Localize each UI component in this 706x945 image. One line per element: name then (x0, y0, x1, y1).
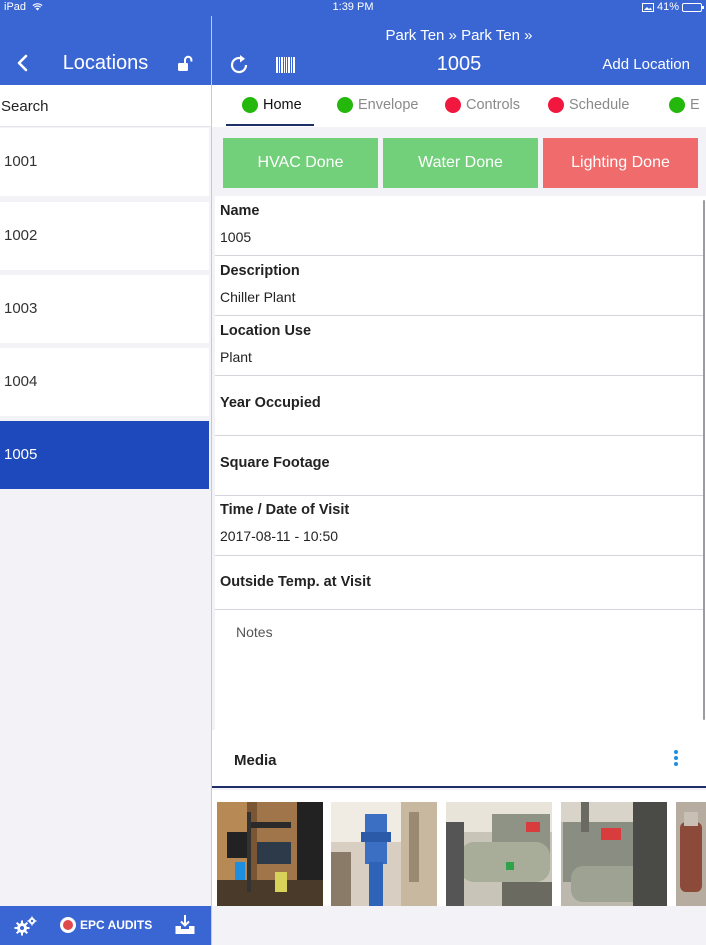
breadcrumb[interactable]: Park Ten » Park Ten » (212, 27, 706, 44)
water-done-button[interactable]: Water Done (383, 138, 538, 188)
lighting-done-button[interactable]: Lighting Done (543, 138, 698, 188)
field-label: Description (220, 263, 300, 279)
field-value: Chiller Plant (220, 289, 296, 305)
description-field[interactable]: Description Chiller Plant (215, 256, 704, 316)
active-tab-indicator (226, 124, 314, 126)
add-location-button[interactable]: Add Location (602, 56, 690, 73)
photo-icon (676, 802, 706, 906)
year-occupied-field[interactable]: Year Occupied (215, 376, 704, 436)
field-label: Location Use (220, 323, 312, 339)
brand-logo: EPC AUDITS (60, 917, 152, 933)
field-value: Plant (220, 349, 252, 365)
tab-label: Envelope (358, 97, 419, 113)
tab-label: Controls (466, 97, 520, 113)
brand-name: EPC AUDITS (80, 918, 153, 932)
unlock-icon[interactable] (176, 55, 194, 73)
location-label: 1003 (4, 300, 38, 317)
status-dot-icon (242, 97, 258, 113)
location-label: 1005 (4, 446, 38, 463)
tab-label: Schedule (569, 97, 630, 113)
square-footage-field[interactable]: Square Footage (215, 436, 704, 496)
location-item-1002[interactable]: 1002 (0, 202, 209, 270)
status-dot-icon (548, 97, 564, 113)
media-thumbnail[interactable] (446, 802, 552, 906)
search-input[interactable] (0, 85, 211, 127)
location-use-field[interactable]: Location Use Plant (215, 316, 704, 376)
tab-controls[interactable]: Controls (445, 97, 520, 113)
field-label: Time / Date of Visit (220, 502, 350, 518)
visit-time-field[interactable]: Time / Date of Visit 2017-08-11 - 10:50 (215, 496, 704, 556)
download-tray-icon[interactable] (174, 914, 196, 936)
location-label: 1004 (4, 373, 38, 390)
location-label: 1002 (4, 227, 38, 244)
tab-label: E (690, 97, 700, 113)
name-field[interactable]: Name 1005 (215, 196, 704, 256)
notes-input[interactable]: Notes (236, 624, 273, 640)
outside-temp-field[interactable]: Outside Temp. at Visit (215, 550, 704, 610)
status-dot-icon (337, 97, 353, 113)
clock: 1:39 PM (332, 1, 374, 13)
location-item-1003[interactable]: 1003 (0, 275, 209, 343)
tab-label: Home (263, 97, 302, 113)
battery-percent: 41% (656, 1, 679, 13)
section-tabs: Home Envelope Controls Schedule E (212, 85, 706, 127)
battery-icon (682, 2, 704, 12)
location-item-1005[interactable]: 1005 (0, 421, 209, 489)
media-thumbnail[interactable] (217, 802, 323, 906)
field-label: Name (220, 203, 260, 219)
field-label: Outside Temp. at Visit (220, 574, 371, 590)
tab-envelope[interactable]: Envelope (337, 97, 418, 113)
epc-logo-icon (60, 917, 76, 933)
media-thumbnail[interactable] (676, 802, 706, 906)
hvac-done-button[interactable]: HVAC Done (223, 138, 378, 188)
field-label: Square Footage (220, 455, 330, 471)
settings-gear-icon[interactable] (14, 915, 38, 937)
bottom-toolbar: EPC AUDITS (0, 906, 211, 945)
tab-home[interactable]: Home (242, 97, 302, 113)
detail-header: Park Ten » Park Ten » 1005 Add Location (212, 16, 706, 85)
media-section-header: Media (212, 730, 706, 788)
locations-header: Locations (0, 16, 211, 85)
status-dot-icon (445, 97, 461, 113)
location-item-1001[interactable]: 1001 (0, 128, 209, 196)
photo-icon (446, 802, 552, 906)
photo-icon (217, 802, 323, 906)
location-form: Name 1005 Description Chiller Plant Loca… (215, 196, 706, 730)
field-label: Year Occupied (220, 395, 321, 411)
media-thumbnail[interactable] (331, 802, 437, 906)
media-title: Media (234, 752, 277, 769)
location-item-1004[interactable]: 1004 (0, 348, 209, 416)
status-dot-icon (669, 97, 685, 113)
photo-icon (331, 802, 437, 906)
screen-lock-icon (641, 2, 654, 12)
status-bar: iPad 1:39 PM 41% (0, 0, 706, 16)
search-bar (0, 85, 211, 127)
form-scrollbar[interactable] (703, 200, 705, 720)
tab-schedule[interactable]: Schedule (548, 97, 629, 113)
media-thumbnail[interactable] (561, 802, 667, 906)
photo-icon (561, 802, 667, 906)
more-options-icon[interactable] (672, 750, 680, 768)
tab-e[interactable]: E (669, 97, 700, 113)
location-label: 1001 (4, 153, 38, 170)
field-value: 1005 (220, 229, 252, 245)
media-gallery (212, 790, 706, 906)
field-value: 2017-08-11 - 10:50 (220, 528, 339, 544)
